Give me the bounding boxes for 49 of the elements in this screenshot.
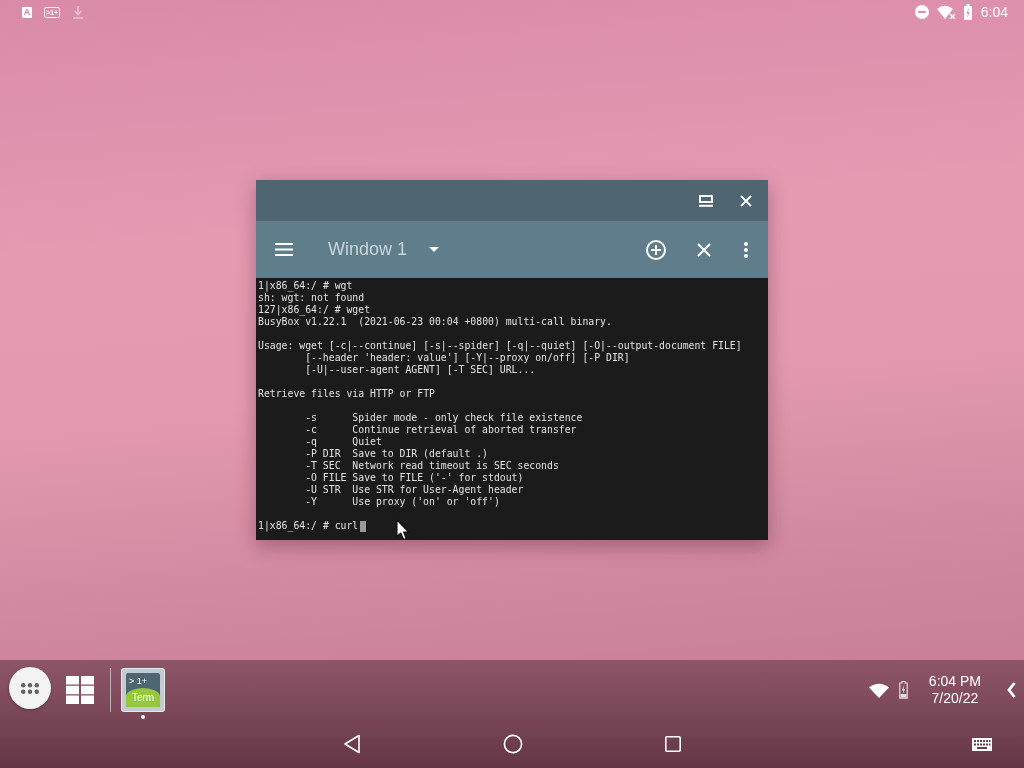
battery-icon[interactable]	[898, 681, 908, 699]
terminal-app-button[interactable]: > 1+ Term	[121, 668, 165, 712]
plus-circle-icon	[646, 239, 666, 260]
back-icon[interactable]	[343, 734, 361, 754]
option-name-text: -Y	[305, 496, 317, 508]
option-name-text: -q	[305, 436, 317, 448]
option-name-text: -O FILE	[305, 472, 347, 484]
terminal-line: BusyBox v1.22.1 (2021-06-23 00:04 +0800) multi-call binary.	[258, 316, 612, 328]
recents-icon[interactable]	[665, 736, 681, 752]
keyboard-icon[interactable]	[972, 737, 992, 751]
status-time: 6:04	[980, 4, 1008, 20]
option-description: Continue retrieval of aborted transfer	[352, 424, 577, 436]
menu-icon	[275, 243, 293, 256]
option-description: Save to DIR (default .)	[352, 448, 488, 460]
tiles-icon[interactable]	[66, 676, 94, 704]
option-description: Spider mode - only check file existence	[352, 412, 583, 424]
terminal-line: Retrieve files via HTTP or FTP	[258, 388, 435, 400]
terminal-line: 1|x86_64:/ # wgt	[258, 280, 353, 292]
close-icon	[740, 194, 752, 207]
terminal-line: sh: wgt: not found	[258, 292, 365, 304]
option-description: Network read timeout is SEC seconds	[352, 460, 559, 472]
text-cursor-icon	[360, 520, 367, 532]
launcher-button[interactable]	[9, 667, 51, 709]
terminal-line: [-U|--user-agent AGENT] [-T SEC] URL...	[305, 364, 536, 376]
option-name-text: -c	[305, 424, 317, 436]
home-icon[interactable]	[503, 734, 523, 754]
more-vertical-icon	[744, 241, 748, 258]
option-description: Quiet	[352, 436, 382, 448]
terminal-prompt: 1|x86_64:/ # curl	[258, 520, 359, 532]
caret-icon	[429, 247, 440, 252]
option-name-text: -s	[305, 412, 317, 424]
terminal-line: 127|x86_64:/ # wget	[258, 304, 371, 316]
download-icon	[72, 5, 85, 19]
window-restore-icon	[699, 194, 713, 207]
dots-grid-icon	[21, 682, 39, 694]
option-name-text: -P DIR	[305, 448, 341, 460]
terminal-line: [--header 'header: value'] [-Y|--proxy on/off] [-P DIR]	[305, 352, 630, 364]
close-icon	[697, 242, 711, 257]
taskbar-time: 6:04 PM	[928, 673, 981, 690]
option-description: Use proxy ('on' or 'off')	[352, 496, 500, 508]
option-name-text: -T SEC	[305, 460, 341, 472]
letter-notification: A	[22, 6, 32, 18]
option-description: Save to FILE ('-' for stdout)	[352, 472, 524, 484]
chevron-left-icon[interactable]	[1007, 682, 1016, 698]
taskbar-date: 7/20/22	[931, 690, 979, 707]
option-description: Use STR for User-Agent header	[352, 484, 524, 496]
wifi-icon[interactable]	[868, 682, 889, 698]
option-name-text: -U STR	[305, 484, 341, 496]
terminal-line: Usage: wget [-c|--continue] [-s|--spider] [-q|--quiet] [-O|--output-document FILE]	[258, 340, 742, 352]
